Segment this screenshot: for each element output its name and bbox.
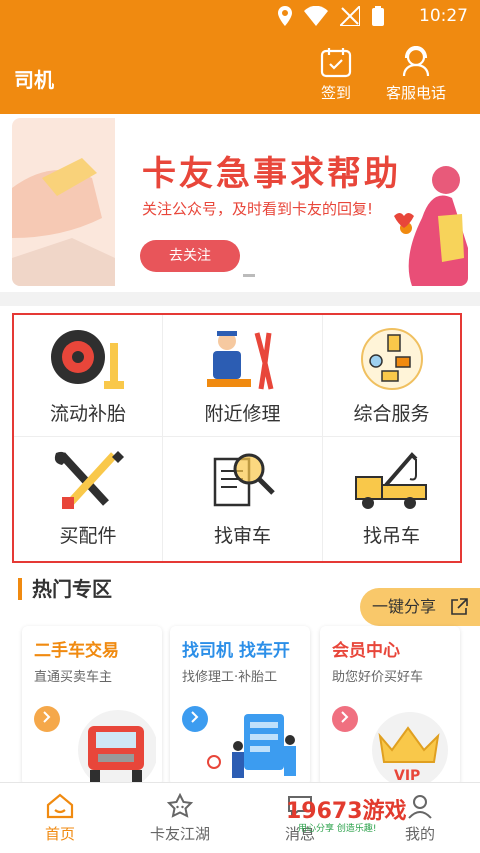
card-title: 二手车交易 [34,641,119,661]
service-grid-section: 流动补胎 附近修理 综合服务 买配件 找审车 找吊车 [0,306,480,568]
share-icon [451,598,468,615]
app-header: 司机 签到 客服电话 [0,34,480,114]
nav-home[interactable]: 首页 [0,783,120,853]
user-icon [408,795,432,819]
service-label: 找审车 [213,525,271,547]
truck-illustration [78,710,156,786]
share-button[interactable]: 一键分享 [360,588,480,626]
calendar-check-icon [320,48,352,78]
service-label: 买配件 [59,525,117,547]
service-general[interactable]: 综合服务 [323,315,460,437]
signin-label: 签到 [320,84,351,102]
battery-icon [372,6,384,26]
vip-crown-illustration: VIP [372,712,448,786]
card-used-truck[interactable]: 二手车交易 直通买卖车主 [22,626,162,786]
carousel-indicator [243,274,255,277]
card-arrow-button[interactable] [332,706,358,732]
recruitment-illustration [207,714,296,778]
card-member-center[interactable]: 会员中心 助您好价买好车 VIP [320,626,460,786]
banner-subtitle: 关注公众号，及时看到卡友的回复! [142,200,374,218]
service-nearby-repair[interactable]: 附近修理 [163,315,323,437]
status-bar: 10:27 [0,0,480,34]
nav-label: 我的 [404,825,435,843]
no-signal-icon [340,6,360,26]
service-label: 找吊车 [362,525,420,547]
nav-community[interactable]: 卡友江湖 [120,783,240,853]
service-grid: 流动补胎 附近修理 综合服务 买配件 找审车 找吊车 [12,313,462,563]
star-face-icon [166,793,194,818]
promo-banner[interactable]: 卡友急事求帮助 关注公众号，及时看到卡友的回复! 去关注 [0,114,480,292]
hand-phone-illustration [12,158,115,286]
headset-icon [402,46,430,77]
service-label: 综合服务 [353,403,430,425]
banner-slide[interactable]: 卡友急事求帮助 关注公众号，及时看到卡友的回复! 去关注 [12,118,468,286]
tools-icon [54,451,124,509]
customer-service-button[interactable]: 客服电话 [380,46,452,103]
service-icon [360,328,423,390]
signin-button[interactable]: 签到 [310,46,362,103]
card-title: 找司机 找车开 [182,641,290,661]
bottom-nav: 首页 卡友江湖 消息 我的 19673游戏 用心分享 创造乐趣! [0,782,480,853]
service-vehicle-inspection[interactable]: 找审车 [163,437,323,561]
card-find-driver[interactable]: 找司机 找车开 找修理工·补胎工 [170,626,310,786]
card-subtitle: 助您好价买好车 [332,670,424,685]
girl-illustration [392,158,468,286]
inspection-icon [213,453,275,507]
card-arrow-button[interactable] [34,706,60,732]
location-icon [278,6,292,26]
clock: 10:27 [419,6,468,26]
service-tow-crane[interactable]: 找吊车 [323,437,460,561]
share-label: 一键分享 [372,597,437,616]
tow-truck-icon [354,452,427,509]
banner-side-image [12,118,115,286]
nav-label: 首页 [44,825,75,843]
chevron-right-icon [191,711,199,723]
section-title: 热门专区 [18,578,112,600]
wifi-icon [304,6,328,26]
hot-zone: 热门专区 一键分享 二手车交易 直通买卖车主 找司机 找车开 找修理工·补胎工 [0,568,480,786]
home-icon [46,793,74,819]
banner-title: 卡友急事求帮助 [142,154,401,194]
service-label: 附近修理 [204,403,281,425]
card-title: 会员中心 [332,641,400,661]
page-title: 司机 [14,68,54,92]
tire-icon [51,330,124,389]
service-label: 客服电话 [385,84,446,102]
service-buy-parts[interactable]: 买配件 [14,437,163,561]
service-tire-repair[interactable]: 流动补胎 [14,315,163,437]
watermark-slogan: 用心分享 创造乐趣! [298,824,377,834]
chevron-right-icon [43,711,51,723]
follow-button[interactable]: 去关注 [140,240,240,272]
mechanic-icon [206,331,273,390]
card-subtitle: 找修理工·补胎工 [182,670,278,685]
status-icons [278,6,384,26]
chevron-right-icon [341,711,349,723]
service-label: 流动补胎 [49,403,126,425]
nav-label: 卡友江湖 [149,825,210,843]
card-subtitle: 直通买卖车主 [34,670,113,685]
